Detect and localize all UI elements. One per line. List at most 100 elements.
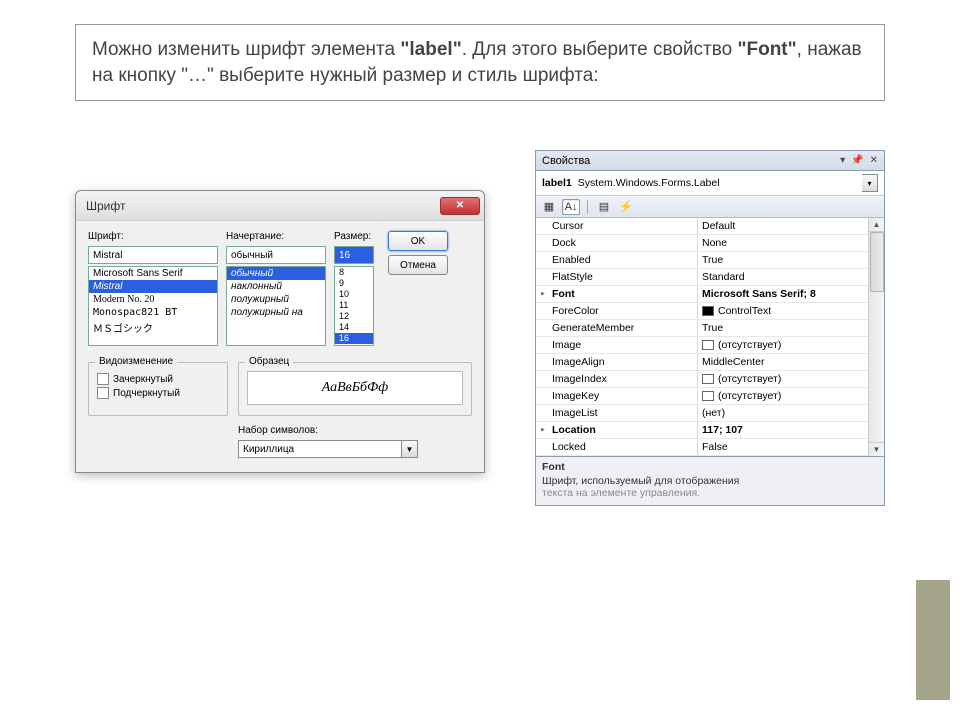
scroll-up-icon[interactable]: ▲ [869, 218, 884, 232]
strikeout-label: Зачеркнутый [113, 374, 173, 385]
object-selector[interactable]: label1 System.Windows.Forms.Label ▾ [536, 171, 884, 196]
effects-group-title: Видоизменение [95, 356, 177, 367]
object-type: System.Windows.Forms.Label [578, 177, 720, 189]
property-name: ImageKey [550, 388, 698, 404]
list-item[interactable]: 12 [335, 311, 373, 322]
property-name: Dock [550, 235, 698, 251]
property-row[interactable]: ▸Location117; 107 [536, 422, 868, 439]
vertical-scrollbar[interactable]: ▲ ▼ [868, 218, 884, 456]
list-item[interactable]: наклонный [227, 280, 325, 293]
pin-icon[interactable]: 📌 [851, 155, 863, 166]
close-button[interactable]: ✕ [440, 197, 480, 215]
property-name: ForeColor [550, 303, 698, 319]
list-item[interactable]: 16 [335, 333, 373, 344]
list-item[interactable]: 8 [335, 267, 373, 278]
property-name: ImageList [550, 405, 698, 421]
events-icon[interactable]: ⚡ [617, 199, 635, 215]
style-listbox[interactable]: обычный наклонный полужирный полужирный … [226, 266, 326, 346]
list-item[interactable]: 11 [335, 300, 373, 311]
property-value[interactable]: (отсутствует) [698, 373, 868, 385]
property-row[interactable]: ▸FontMicrosoft Sans Serif; 8 [536, 286, 868, 303]
property-value[interactable]: True [698, 254, 868, 266]
property-row[interactable]: Image(отсутствует) [536, 337, 868, 354]
list-item[interactable]: полужирный [227, 293, 325, 306]
chevron-down-icon[interactable]: ▾ [840, 155, 845, 166]
property-grid[interactable]: CursorDefaultDockNoneEnabledTrueFlatStyl… [536, 218, 868, 456]
property-row[interactable]: DockNone [536, 235, 868, 252]
scroll-thumb[interactable] [870, 232, 884, 292]
property-row[interactable]: ImageKey(отсутствует) [536, 388, 868, 405]
properties-icon[interactable]: ▤ [595, 199, 613, 215]
desc-text-1: Шрифт, используемый для отображения [542, 475, 739, 487]
color-swatch [702, 391, 714, 401]
property-row[interactable]: ImageIndex(отсутствует) [536, 371, 868, 388]
property-row[interactable]: ImageAlignMiddleCenter [536, 354, 868, 371]
property-row[interactable]: FlatStyleStandard [536, 269, 868, 286]
effects-group: Видоизменение Зачеркнутый Подчеркнутый [88, 362, 228, 416]
size-listbox[interactable]: 8 9 10 11 12 14 16 [334, 266, 374, 346]
checkbox-icon [97, 387, 109, 399]
dialog-body: Шрифт: Mistral Microsoft Sans Serif Mist… [76, 221, 484, 472]
style-input[interactable]: обычный [226, 246, 326, 264]
property-value[interactable]: Standard [698, 271, 868, 283]
underline-checkbox[interactable]: Подчеркнутый [97, 387, 219, 399]
font-listbox[interactable]: Microsoft Sans Serif Mistral Modern No. … [88, 266, 218, 346]
content-area: Шрифт ✕ Шрифт: Mistral Microsoft Sans Se… [75, 150, 885, 550]
separator [587, 200, 588, 214]
object-name: label1 [542, 177, 572, 189]
expand-icon[interactable]: ▸ [536, 425, 550, 435]
ok-button[interactable]: OK [388, 231, 448, 251]
property-value[interactable]: MiddleCenter [698, 356, 868, 368]
sample-group-title: Образец [245, 356, 293, 367]
property-name: ImageAlign [550, 354, 698, 370]
list-item[interactable]: 10 [335, 289, 373, 300]
categorized-icon[interactable]: ▦ [540, 199, 558, 215]
close-icon[interactable]: ✕ [870, 155, 878, 166]
property-value[interactable]: (нет) [698, 407, 868, 419]
size-label: Размер: [334, 231, 374, 242]
list-item[interactable]: Microsoft Sans Serif [89, 267, 217, 280]
alphabetical-icon[interactable]: A↓ [562, 199, 580, 215]
header-text-1: Можно изменить шрифт элемента [92, 39, 400, 60]
property-name: Cursor [550, 218, 698, 234]
property-row[interactable]: EnabledTrue [536, 252, 868, 269]
script-value: Кириллица [238, 440, 402, 458]
property-value[interactable]: 117; 107 [698, 424, 868, 436]
property-name: Locked [550, 439, 698, 455]
property-row[interactable]: ImageList(нет) [536, 405, 868, 422]
list-item[interactable]: 14 [335, 322, 373, 333]
properties-header[interactable]: Свойства ▾ 📌 ✕ [536, 151, 884, 171]
property-name: Location [550, 422, 698, 438]
property-value[interactable]: ControlText [698, 305, 868, 317]
property-value[interactable]: Microsoft Sans Serif; 8 [698, 288, 868, 300]
dialog-titlebar[interactable]: Шрифт ✕ [76, 191, 484, 221]
list-item[interactable]: Modern No. 20 [89, 293, 217, 306]
property-value[interactable]: False [698, 441, 868, 453]
list-item[interactable]: Monospac821 BT [89, 306, 217, 319]
property-value[interactable]: None [698, 237, 868, 249]
cancel-button[interactable]: Отмена [388, 255, 448, 275]
script-dropdown[interactable]: Кириллица ▼ [238, 440, 418, 458]
property-value[interactable]: Default [698, 220, 868, 232]
size-input[interactable]: 16 [334, 246, 374, 264]
header-bold-1: "label" [400, 39, 461, 60]
chevron-down-icon: ▾ [862, 174, 878, 192]
strikeout-checkbox[interactable]: Зачеркнутый [97, 373, 219, 385]
scroll-down-icon[interactable]: ▼ [869, 442, 884, 456]
list-item[interactable]: полужирный на [227, 306, 325, 319]
header-bold-2: "Font" [737, 39, 796, 60]
list-item[interactable]: обычный [227, 267, 325, 280]
close-icon: ✕ [456, 200, 464, 211]
property-row[interactable]: LockedFalse [536, 439, 868, 456]
property-value[interactable]: (отсутствует) [698, 339, 868, 351]
list-item[interactable]: 9 [335, 278, 373, 289]
property-row[interactable]: GenerateMemberTrue [536, 320, 868, 337]
property-row[interactable]: CursorDefault [536, 218, 868, 235]
list-item[interactable]: Mistral [89, 280, 217, 293]
expand-icon[interactable]: ▸ [536, 289, 550, 299]
property-row[interactable]: ForeColorControlText [536, 303, 868, 320]
property-value[interactable]: (отсутствует) [698, 390, 868, 402]
list-item[interactable]: ＭＳゴシック [89, 319, 217, 336]
font-input[interactable]: Mistral [88, 246, 218, 264]
property-value[interactable]: True [698, 322, 868, 334]
